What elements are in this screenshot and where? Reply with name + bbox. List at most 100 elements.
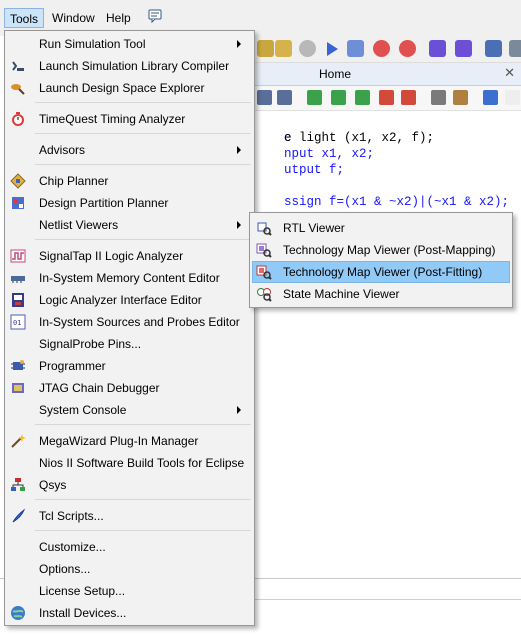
menu-item-launch-design-space-explorer[interactable]: Launch Design Space Explorer — [6, 77, 253, 99]
menu-window[interactable]: Window — [47, 9, 100, 27]
check-icon[interactable] — [483, 90, 498, 105]
menu-item-label: Run Simulation Tool — [39, 37, 146, 51]
outdent-icon[interactable] — [277, 90, 292, 105]
menu-item-label: MegaWizard Plug-In Manager — [39, 434, 199, 448]
close-icon[interactable]: ✕ — [504, 65, 515, 81]
menu-item-sources-probes-editor[interactable]: 01 In-System Sources and Probes Editor — [6, 311, 253, 333]
logic-analyzer-icon — [10, 292, 26, 308]
submenu-arrow-icon — [237, 40, 241, 48]
menu-item-license-setup[interactable]: License Setup... — [6, 580, 253, 602]
submenu-item-label: Technology Map Viewer (Post-Fitting) — [283, 265, 483, 279]
submenu-item-label: RTL Viewer — [283, 221, 345, 235]
menu-item-chip-planner[interactable]: Chip Planner — [6, 170, 253, 192]
techmap-post-fitting-icon — [256, 264, 272, 280]
toolbar-more-icon[interactable] — [509, 40, 521, 57]
submenu-arrow-icon — [237, 221, 241, 229]
menu-item-timequest-timing-analyzer[interactable]: TimeQuest Timing Analyzer — [6, 108, 253, 130]
menu-item-jtag-chain-debugger[interactable]: JTAG Chain Debugger — [6, 377, 253, 399]
netlist-viewer-icon[interactable] — [429, 40, 446, 57]
menu-item-design-partition-planner[interactable]: Design Partition Planner — [6, 192, 253, 214]
memory-editor-icon — [10, 270, 26, 286]
menu-item-label: Nios II Software Build Tools for Eclipse — [39, 456, 245, 470]
menu-item-label: Chip Planner — [39, 174, 109, 188]
menu-separator — [35, 102, 251, 103]
menu-item-signaltap[interactable]: SignalTap II Logic Analyzer — [6, 245, 253, 267]
menu-separator — [35, 530, 251, 531]
menu-item-install-devices[interactable]: Install Devices... — [6, 602, 253, 624]
menu-item-megawizard[interactable]: MegaWizard Plug-In Manager — [6, 430, 253, 452]
svg-text:01: 01 — [13, 319, 21, 327]
feedback-icon[interactable] — [142, 8, 170, 26]
prev-bookmark-icon[interactable] — [355, 90, 370, 105]
submenu-item-techmap-post-fitting[interactable]: Technology Map Viewer (Post-Fitting) — [252, 261, 510, 283]
code-editor[interactable]: ee light (x1, x2, f); nput x1, x2; utput… — [255, 111, 521, 577]
menu-separator — [35, 499, 251, 500]
template-icon[interactable] — [453, 90, 468, 105]
attach-icon[interactable] — [431, 90, 446, 105]
menu-item-label: In-System Sources and Probes Editor — [39, 315, 240, 329]
menu-item-system-console[interactable]: System Console — [6, 399, 253, 421]
menu-item-label: Netlist Viewers — [39, 218, 119, 232]
menu-item-label: Customize... — [39, 540, 106, 554]
menu-item-programmer[interactable]: Programmer — [6, 355, 253, 377]
qsys-icon — [10, 477, 26, 493]
submenu-item-label: State Machine Viewer — [283, 287, 400, 301]
menu-item-memory-content-editor[interactable]: In-System Memory Content Editor — [6, 267, 253, 289]
sources-probes-icon: 01 — [10, 314, 26, 330]
timequest-icon[interactable] — [399, 40, 416, 57]
menu-item-label: JTAG Chain Debugger — [39, 381, 160, 395]
menu-item-tcl-scripts[interactable]: Tcl Scripts... — [6, 505, 253, 527]
submenu-item-techmap-post-mapping[interactable]: Technology Map Viewer (Post-Mapping) — [252, 239, 510, 261]
menu-separator — [35, 164, 251, 165]
chip-planner-toolbar-icon[interactable] — [455, 40, 472, 57]
menu-item-label: Programmer — [39, 359, 106, 373]
indent-icon[interactable] — [257, 90, 272, 105]
install-devices-icon — [10, 605, 26, 621]
programmer-toolbar-icon[interactable] — [485, 40, 502, 57]
tools-menu: Run Simulation Tool Launch Simulation Li… — [4, 30, 255, 626]
submenu-item-rtl-viewer[interactable]: RTL Viewer — [252, 217, 510, 239]
menu-item-label: Install Devices... — [39, 606, 127, 620]
menu-help[interactable]: Help — [101, 9, 136, 27]
signaltap-icon — [10, 248, 26, 264]
menu-item-label: System Console — [39, 403, 127, 417]
netlist-viewers-submenu: RTL Viewer Technology Map Viewer (Post-M… — [249, 212, 513, 308]
menu-tools[interactable]: Tools — [4, 8, 45, 28]
menu-item-launch-simulation-library-compiler[interactable]: Launch Simulation Library Compiler — [6, 55, 253, 77]
clear-bookmarks-icon[interactable] — [379, 90, 394, 105]
chip-planner-icon — [10, 173, 26, 189]
menu-separator — [35, 239, 251, 240]
menu-item-qsys[interactable]: Qsys — [6, 474, 253, 496]
menu-item-run-simulation-tool[interactable]: Run Simulation Tool — [6, 33, 253, 55]
menu-item-label: Logic Analyzer Interface Editor — [39, 293, 202, 307]
menu-item-customize[interactable]: Customize... — [6, 536, 253, 558]
jtag-icon — [10, 380, 26, 396]
state-machine-viewer-icon — [256, 286, 272, 302]
menu-item-options[interactable]: Options... — [6, 558, 253, 580]
analysis-icon[interactable] — [275, 40, 292, 57]
timing-analyzer-icon[interactable] — [373, 40, 390, 57]
design-space-explorer-icon — [10, 80, 26, 96]
next-bookmark-icon[interactable] — [331, 90, 346, 105]
menu-item-logic-analyzer-interface-editor[interactable]: Logic Analyzer Interface Editor — [6, 289, 253, 311]
menu-item-label: TimeQuest Timing Analyzer — [39, 112, 186, 126]
menu-item-label: In-System Memory Content Editor — [39, 271, 220, 285]
menu-item-label: Options... — [39, 562, 91, 576]
compile-icon[interactable] — [257, 40, 274, 57]
document-tab-title[interactable]: Home — [319, 67, 351, 81]
menu-item-advisors[interactable]: Advisors — [6, 139, 253, 161]
submenu-item-state-machine-viewer[interactable]: State Machine Viewer — [252, 283, 510, 305]
start-compilation-icon[interactable] — [327, 42, 338, 56]
menu-item-label: Qsys — [39, 478, 67, 492]
menu-item-signalprobe-pins[interactable]: SignalProbe Pins... — [6, 333, 253, 355]
menu-item-nios-ii-build-tools[interactable]: Nios II Software Build Tools for Eclipse — [6, 452, 253, 474]
bookmark-icon[interactable] — [307, 90, 322, 105]
menu-item-netlist-viewers[interactable]: Netlist Viewers — [6, 214, 253, 236]
partition-planner-icon — [10, 195, 26, 211]
submenu-arrow-icon — [237, 406, 241, 414]
analysis-synthesis-icon[interactable] — [347, 40, 364, 57]
line-number-icon[interactable] — [505, 90, 520, 105]
menu-item-label: Launch Design Space Explorer — [39, 81, 205, 95]
stop-icon[interactable] — [299, 40, 316, 57]
delete-bookmark-icon[interactable] — [401, 90, 416, 105]
